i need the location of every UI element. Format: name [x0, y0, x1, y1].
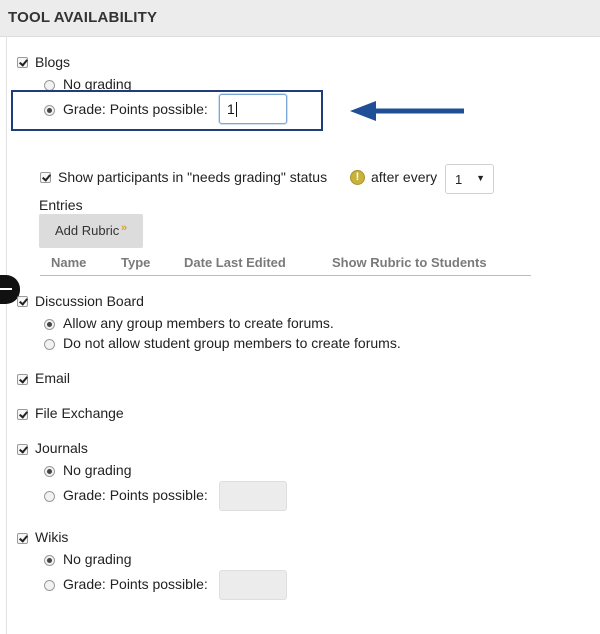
wikis-checkbox[interactable]: [17, 533, 28, 544]
blogs-grade-label: Grade: Points possible:: [63, 101, 208, 117]
rubric-col-type[interactable]: Type: [121, 255, 150, 270]
text-caret: [235, 102, 237, 117]
file-exchange-checkbox[interactable]: [17, 409, 28, 420]
left-divider: [6, 36, 7, 634]
needs-grading-checkbox[interactable]: [40, 172, 51, 183]
dropdown-caret-icon: ▼: [476, 173, 485, 183]
warning-icon[interactable]: !: [350, 170, 365, 185]
journals-no-grading-radio[interactable]: [44, 466, 55, 477]
entries-count-select[interactable]: 1 ▼: [445, 164, 494, 194]
discussion-allow-radio[interactable]: [44, 319, 55, 330]
entries-count-value: 1: [455, 172, 463, 187]
blogs-points-value: 1: [227, 101, 235, 117]
wikis-label: Wikis: [35, 529, 69, 545]
rubric-col-name[interactable]: Name: [51, 255, 86, 270]
after-every-label: after every: [371, 169, 438, 185]
arrow-annotation-icon: [350, 101, 464, 121]
needs-grading-label: Show participants in "needs grading" sta…: [58, 169, 328, 185]
blogs-points-input[interactable]: 1: [219, 94, 287, 124]
section-title: TOOL AVAILABILITY: [8, 9, 158, 26]
wikis-grade-label: Grade: Points possible:: [63, 576, 208, 592]
journals-no-grading-label: No grading: [63, 462, 132, 478]
wikis-no-grading-radio[interactable]: [44, 555, 55, 566]
add-rubric-label: Add Rubric: [55, 223, 120, 238]
discussion-disallow-label: Do not allow student group members to cr…: [63, 335, 401, 351]
rubric-header-divider: [40, 275, 531, 276]
wikis-points-input[interactable]: [219, 570, 287, 600]
chevron-down-icon: »: [121, 222, 128, 234]
add-rubric-button[interactable]: Add Rubric »: [39, 214, 143, 248]
wikis-grade-radio[interactable]: [44, 580, 55, 591]
email-label: Email: [35, 370, 71, 386]
section-header: TOOL AVAILABILITY: [0, 0, 600, 37]
wikis-no-grading-label: No grading: [63, 551, 132, 567]
journals-points-input[interactable]: [219, 481, 287, 511]
blogs-grade-radio[interactable]: [44, 105, 55, 116]
discussion-disallow-radio[interactable]: [44, 339, 55, 350]
blogs-label: Blogs: [35, 54, 71, 70]
file-exchange-label: File Exchange: [35, 405, 124, 421]
journals-grade-radio[interactable]: [44, 491, 55, 502]
discussion-allow-label: Allow any group members to create forums…: [63, 315, 334, 331]
rubric-col-date[interactable]: Date Last Edited: [184, 255, 286, 270]
rubric-col-show[interactable]: Show Rubric to Students: [332, 255, 487, 270]
journals-checkbox[interactable]: [17, 444, 28, 455]
email-checkbox[interactable]: [17, 374, 28, 385]
discussion-checkbox[interactable]: [17, 296, 28, 307]
discussion-label: Discussion Board: [35, 293, 144, 309]
entries-label: Entries: [39, 197, 83, 213]
blogs-checkbox[interactable]: [17, 57, 28, 68]
journals-label: Journals: [35, 440, 88, 456]
journals-grade-label: Grade: Points possible:: [63, 487, 208, 503]
